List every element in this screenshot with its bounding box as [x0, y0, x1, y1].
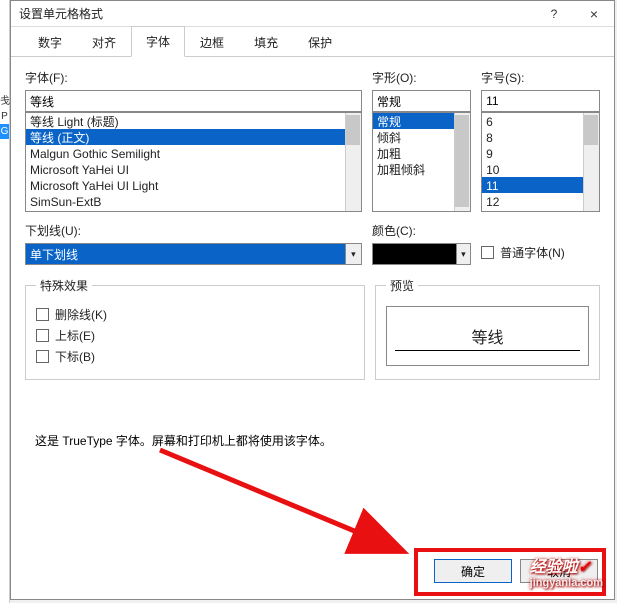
- superscript-label: 上标(E): [55, 327, 95, 344]
- style-list-scrollbar[interactable]: [454, 113, 470, 211]
- color-label: 颜色(C):: [372, 222, 471, 239]
- superscript-checkbox[interactable]: 上标(E): [36, 327, 354, 344]
- font-list[interactable]: 等线 Light (标题) 等线 (正文) Malgun Gothic Semi…: [25, 112, 362, 212]
- checkbox-box[interactable]: [481, 246, 494, 259]
- style-input[interactable]: [372, 90, 471, 112]
- font-list-item[interactable]: Malgun Gothic Semilight: [26, 145, 361, 161]
- close-button[interactable]: ×: [574, 1, 614, 27]
- preview-legend: 预览: [386, 277, 418, 294]
- size-list-item[interactable]: 12: [482, 193, 599, 209]
- window-title: 设置单元格格式: [11, 5, 534, 22]
- tab-fill[interactable]: 填充: [239, 27, 293, 57]
- size-list-item[interactable]: 8: [482, 129, 599, 145]
- font-list-item[interactable]: Microsoft YaHei UI: [26, 161, 361, 177]
- chevron-down-icon[interactable]: ▾: [456, 243, 471, 265]
- tab-protect[interactable]: 保护: [293, 27, 347, 57]
- subscript-label: 下标(B): [55, 348, 95, 365]
- tab-strip: 数字 对齐 字体 边框 填充 保护: [11, 27, 614, 57]
- chevron-down-icon[interactable]: ▾: [345, 243, 362, 265]
- normal-font-checkbox[interactable]: 普通字体(N): [481, 244, 565, 261]
- size-list-item[interactable]: 9: [482, 145, 599, 161]
- tab-font[interactable]: 字体: [131, 26, 185, 57]
- font-list-item[interactable]: 等线 (正文): [26, 129, 361, 145]
- format-cells-dialog: 设置单元格格式 ? × 数字 对齐 字体 边框 填充 保护 字体(F): 等线 …: [10, 0, 615, 600]
- preview-box: 等线: [386, 306, 589, 366]
- underline-value[interactable]: [25, 243, 345, 265]
- watermark: 经验啦✓ jingyanla.com: [530, 553, 603, 589]
- font-footnote: 这是 TrueType 字体。屏幕和打印机上都将使用该字体。: [35, 432, 332, 449]
- size-label: 字号(S):: [481, 69, 600, 86]
- watermark-url: jingyanla.com: [530, 577, 603, 589]
- tab-align[interactable]: 对齐: [77, 27, 131, 57]
- tab-number[interactable]: 数字: [23, 27, 77, 57]
- underline-combo[interactable]: ▾: [25, 243, 362, 265]
- checkbox-box[interactable]: [36, 308, 49, 321]
- normal-font-label: 普通字体(N): [500, 244, 565, 261]
- help-button[interactable]: ?: [534, 1, 574, 27]
- font-list-item[interactable]: Microsoft YaHei UI Light: [26, 177, 361, 193]
- left-selected-stub: G: [0, 124, 9, 139]
- font-input[interactable]: [25, 90, 362, 112]
- preview-text: 等线: [471, 324, 503, 348]
- style-list[interactable]: 常规 倾斜 加粗 加粗倾斜: [372, 112, 471, 212]
- preview-underline: [395, 350, 580, 351]
- subscript-checkbox[interactable]: 下标(B): [36, 348, 354, 365]
- color-combo[interactable]: ▾: [372, 243, 471, 265]
- watermark-text: 经验啦: [530, 559, 578, 576]
- size-list[interactable]: 6 8 9 10 11 12: [481, 112, 600, 212]
- size-list-scrollbar[interactable]: [583, 113, 599, 211]
- font-label: 字体(F):: [25, 69, 362, 86]
- titlebar: 设置单元格格式 ? ×: [11, 1, 614, 27]
- size-input[interactable]: [481, 90, 600, 112]
- checkbox-box[interactable]: [36, 350, 49, 363]
- size-list-item[interactable]: 11: [482, 177, 599, 193]
- tab-border[interactable]: 边框: [185, 27, 239, 57]
- preview-group: 预览 等线: [375, 277, 600, 380]
- underline-label: 下划线(U):: [25, 222, 362, 239]
- font-list-item[interactable]: 等线 Light (标题): [26, 113, 361, 129]
- style-label: 字形(O):: [372, 69, 471, 86]
- effects-legend: 特殊效果: [36, 277, 92, 294]
- checkbox-box[interactable]: [36, 329, 49, 342]
- font-list-item[interactable]: SimSun-ExtB: [26, 193, 361, 209]
- font-list-scrollbar[interactable]: [345, 113, 361, 211]
- strike-label: 删除线(K): [55, 306, 107, 323]
- size-list-item[interactable]: 10: [482, 161, 599, 177]
- color-swatch[interactable]: [372, 243, 456, 265]
- size-list-item[interactable]: 6: [482, 113, 599, 129]
- strike-checkbox[interactable]: 删除线(K): [36, 306, 354, 323]
- effects-group: 特殊效果 删除线(K) 上标(E) 下标(B): [25, 277, 365, 380]
